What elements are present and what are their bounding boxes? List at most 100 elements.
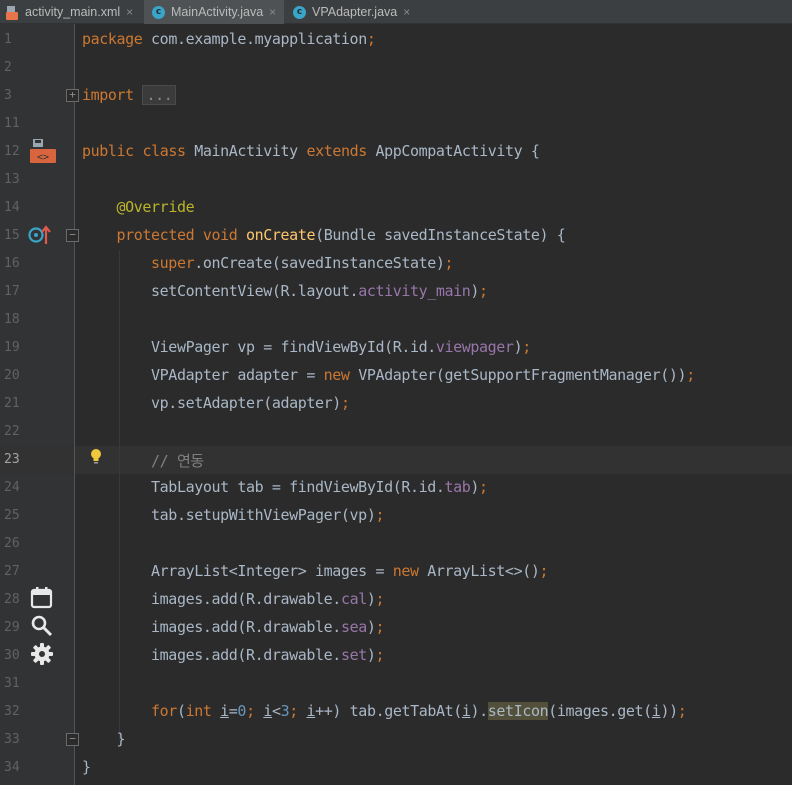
code-line: } [0,726,792,754]
keyword: protected [116,226,195,244]
code-line: protected void onCreate(Bundle savedInst… [0,222,792,250]
keyword: class [142,142,186,160]
semicolon: ; [366,30,376,48]
semicolon: ; [677,702,687,720]
code-line: images.add(R.drawable.set); [0,642,792,670]
code-line: TabLayout tab = findViewById(R.id.tab); [0,474,792,502]
tab-activity-main-xml[interactable]: activity_main.xml × [6,0,144,24]
line-number: 31 [4,676,20,691]
code-line: ArrayList<Integer> images = new ArrayLis… [0,558,792,586]
loop-variable: i [306,702,316,720]
field-ref: activity_main [358,282,471,300]
code-line: package com.example.myapplication; [0,26,792,54]
semicolon: ; [340,394,350,412]
tab-vpadapter-java[interactable]: c VPAdapter.java × [286,0,416,24]
code-text: ArrayList<>() [418,562,540,580]
code-text: vp.setAdapter(adapter) [151,394,341,412]
code-text: ArrayList<Integer> images = [151,562,393,580]
xml-file-icon [6,5,20,20]
java-class-icon: c [152,5,165,19]
keyword: import [82,86,134,104]
code-text: TabLayout tab = findViewById(R.id. [151,478,445,496]
code-text: setContentView(R.layout. [151,282,359,300]
code-text: images.add(R.drawable. [151,618,341,636]
code-text: images.add(R.drawable. [151,646,341,664]
tab-label: activity_main.xml [25,5,121,19]
code-line: setContentView(R.layout.activity_main); [0,278,792,306]
loop-variable: i [220,702,229,720]
method-name: onCreate [246,226,316,244]
keyword: void [202,226,238,244]
code-text: ) [470,282,480,300]
code-text: VPAdapter(getSupportFragmentManager()) [349,366,687,384]
code-text: ) [513,338,523,356]
keyword: new [323,366,350,384]
code-line: ViewPager vp = findViewById(R.id.viewpag… [0,334,792,362]
keyword: extends [306,142,367,160]
code-text: (images.get( [548,702,652,720]
line-number: 26 [4,536,20,551]
line-number: 18 [4,312,20,327]
line-number: 11 [4,116,20,131]
code-line: import ... [0,82,792,110]
code-text: ViewPager vp = findViewById(R.id. [151,338,436,356]
line-number: 22 [4,424,20,439]
number-literal: 3 [280,702,290,720]
number-literal: 0 [237,702,247,720]
code-text: .onCreate(savedInstanceState) [194,254,445,272]
close-icon[interactable]: × [126,5,133,19]
java-class-icon: c [293,5,306,19]
semicolon: ; [375,646,385,664]
code-text: com.example.myapplication [142,30,367,48]
line-number: 2 [4,60,12,75]
tab-main-activity-java[interactable]: c MainActivity.java × [144,0,284,24]
field-ref: viewpager [435,338,514,356]
keyword: int [185,702,212,720]
code-line: } [0,754,792,782]
close-icon[interactable]: × [269,5,276,19]
semicolon: ; [479,478,488,496]
folded-imports[interactable]: ... [142,85,177,105]
class-name: MainActivity [194,142,298,160]
closing-brace: } [82,758,91,776]
code-line: @Override [0,194,792,222]
comment: // 연동 [151,452,204,470]
code-text: ( [176,702,186,720]
semicolon: ; [522,338,531,356]
keyword: package [82,30,143,48]
tab-label: VPAdapter.java [312,5,398,19]
semicolon: ; [444,254,454,272]
code-text: VPAdapter adapter = [151,366,324,384]
keyword: super [151,254,195,272]
close-icon[interactable]: × [403,5,410,19]
code-text: < [271,702,281,720]
closing-brace: } [116,730,126,748]
annotation: @Override [116,198,195,216]
semicolon: ; [246,702,264,720]
semicolon: ; [375,506,385,524]
highlighted-method[interactable]: setIcon [487,702,549,720]
editor-tab-bar: activity_main.xml × c MainActivity.java … [0,0,792,24]
code-line: vp.setAdapter(adapter); [0,390,792,418]
field-ref: tab [444,478,471,496]
code-line: VPAdapter adapter = new VPAdapter(getSup… [0,362,792,390]
semicolon: ; [375,618,385,636]
keyword: public [82,142,134,160]
code-text: AppCompatActivity { [375,142,540,160]
field-ref: cal [340,590,367,608]
code-line: public class MainActivity extends AppCom… [0,138,792,166]
code-line: images.add(R.drawable.cal); [0,586,792,614]
field-ref: set [340,646,367,664]
tab-label: MainActivity.java [171,5,264,19]
code-text: ++) tab.getTabAt( [315,702,462,720]
code-text: images.add(R.drawable. [151,590,341,608]
keyword: for [151,702,177,720]
code-text: (Bundle savedInstanceState) { [315,226,566,244]
line-number: 13 [4,172,20,187]
code-line: super.onCreate(savedInstanceState); [0,250,792,278]
semicolon: ; [539,562,549,580]
semicolon: ; [479,282,488,300]
semicolon: ; [375,590,385,608]
code-text: ). [470,702,489,720]
